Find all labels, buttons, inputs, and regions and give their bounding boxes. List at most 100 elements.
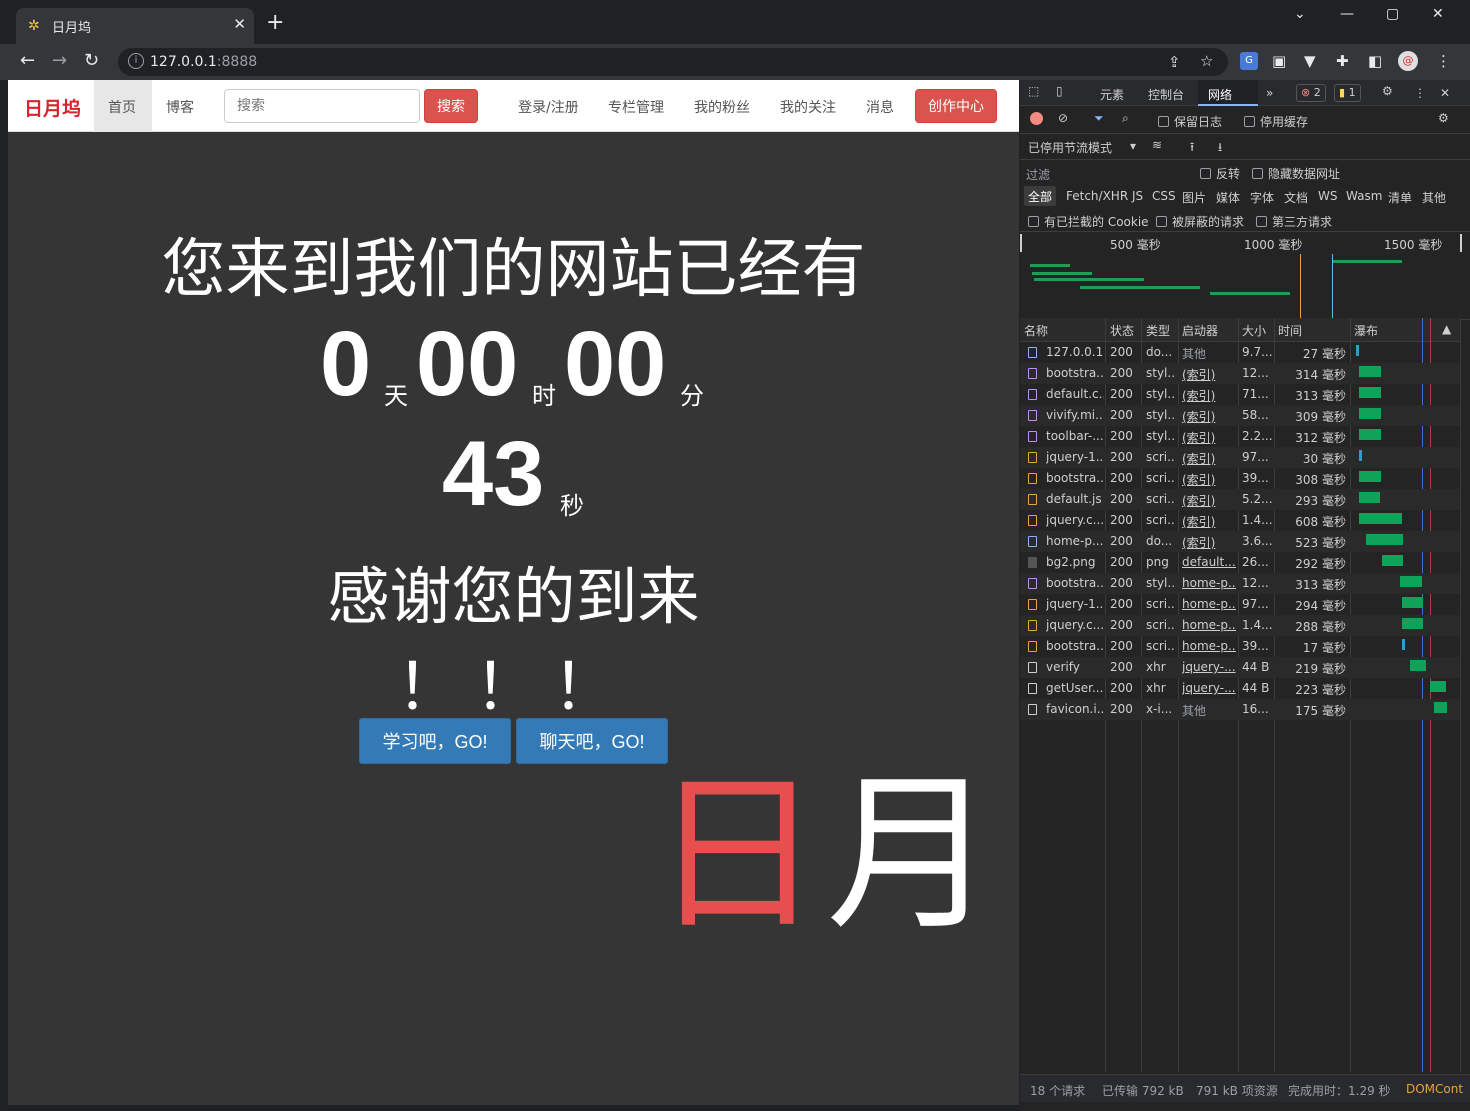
tab-network[interactable]: 网络: [1198, 80, 1258, 106]
request-row[interactable]: bootstra... 200 styl... home-p... 12... 313 毫…: [1020, 573, 1460, 594]
puzzle-icon[interactable]: ✚: [1336, 52, 1349, 70]
col-status[interactable]: 状态: [1110, 322, 1134, 339]
request-row[interactable]: verify 200 xhr jquery-... 44 B 219 毫秒: [1020, 657, 1460, 678]
nav-messages[interactable]: 消息: [866, 97, 894, 117]
overview-grip[interactable]: [1460, 234, 1462, 252]
network-conditions-icon[interactable]: ≋: [1152, 138, 1162, 152]
filter-manifest[interactable]: 清单: [1388, 189, 1412, 206]
request-initiator[interactable]: (索引): [1182, 492, 1236, 509]
request-initiator[interactable]: home-p...: [1182, 618, 1236, 632]
request-row[interactable]: default.c... 200 styl... (索引) 71... 313 毫秒: [1020, 384, 1460, 405]
hide-data-urls-checkbox[interactable]: 隐藏数据网址: [1252, 165, 1340, 182]
request-row[interactable]: vivify.mi... 200 styl... (索引) 58... 309 毫秒: [1020, 405, 1460, 426]
inspect-icon[interactable]: ⬚: [1028, 84, 1039, 98]
invert-checkbox[interactable]: 反转: [1200, 165, 1240, 182]
address-bar[interactable]: i 127.0.0.1:8888 ⇪ ☆: [118, 48, 1228, 76]
filter-icon[interactable]: ⏷: [1094, 111, 1104, 126]
info-icon[interactable]: i: [128, 53, 144, 69]
close-devtools-icon[interactable]: ✕: [1440, 86, 1450, 100]
nav-column-manage[interactable]: 专栏管理: [608, 97, 664, 117]
request-initiator[interactable]: (索引): [1182, 513, 1236, 530]
study-go-button[interactable]: 学习吧，GO!: [359, 718, 511, 764]
reload-icon[interactable]: ↻: [84, 50, 99, 71]
export-har-icon[interactable]: ⭳: [1218, 138, 1222, 159]
close-window-icon[interactable]: ✕: [1432, 6, 1444, 22]
minimize-icon[interactable]: —: [1340, 6, 1354, 22]
nav-login[interactable]: 登录/注册: [518, 97, 579, 117]
request-initiator[interactable]: (索引): [1182, 471, 1236, 488]
filter-css[interactable]: CSS: [1152, 189, 1176, 203]
filter-wasm[interactable]: Wasm: [1346, 189, 1382, 203]
request-initiator[interactable]: (索引): [1182, 534, 1236, 551]
avatar[interactable]: @: [1398, 51, 1418, 71]
col-size[interactable]: 大小: [1242, 322, 1266, 339]
request-row[interactable]: bg2.png 200 png default.... 26... 292 毫秒: [1020, 552, 1460, 573]
more-menu-icon[interactable]: ⋮: [1436, 52, 1451, 70]
devtools-menu-icon[interactable]: ⋮: [1414, 86, 1426, 100]
request-initiator[interactable]: (索引): [1182, 387, 1236, 404]
network-overview[interactable]: 500 毫秒 1000 毫秒 1500 毫秒: [1020, 232, 1470, 320]
filter-font[interactable]: 字体: [1250, 189, 1274, 206]
request-row[interactable]: getUser... 200 xhr jquery-... 44 B 223 毫秒: [1020, 678, 1460, 699]
bookmark-star-icon[interactable]: ☆: [1200, 52, 1213, 70]
filter-input[interactable]: 过滤: [1026, 166, 1186, 183]
translate-icon[interactable]: G: [1240, 52, 1258, 70]
col-type[interactable]: 类型: [1146, 322, 1170, 339]
request-row[interactable]: favicon.i... 200 x-i... 其他 16... 175 毫秒: [1020, 699, 1460, 720]
request-initiator[interactable]: jquery-...: [1182, 660, 1236, 674]
blocked-cookies-checkbox[interactable]: 有已拦截的 Cookie: [1028, 213, 1149, 230]
request-initiator[interactable]: (索引): [1182, 429, 1236, 446]
request-row[interactable]: home-p... 200 do... (索引) 3.6... 523 毫秒: [1020, 531, 1460, 552]
filter-img[interactable]: 图片: [1182, 189, 1206, 206]
clear-icon[interactable]: ⊘: [1058, 111, 1068, 125]
filter-other[interactable]: 其他: [1422, 189, 1446, 206]
import-har-icon[interactable]: ⭱: [1190, 138, 1194, 159]
request-row[interactable]: bootstra... 200 scri... home-p... 39... 17 毫秒: [1020, 636, 1460, 657]
request-row[interactable]: 127.0.0.1 200 do... 其他 9.7... 27 毫秒: [1020, 342, 1460, 363]
nav-home[interactable]: 首页: [94, 80, 152, 132]
search-button[interactable]: 搜索: [424, 89, 478, 123]
maximize-icon[interactable]: ▢: [1386, 6, 1399, 22]
request-row[interactable]: default.js 200 scri... (索引) 5.2... 293 毫秒: [1020, 489, 1460, 510]
col-time[interactable]: 时间: [1278, 322, 1302, 339]
more-tabs-icon[interactable]: »: [1266, 86, 1273, 100]
overview-grip[interactable]: [1020, 234, 1022, 252]
request-row[interactable]: jquery.c... 200 scri... home-p... 1.4... 288 …: [1020, 615, 1460, 636]
request-initiator[interactable]: (索引): [1182, 408, 1236, 425]
request-row[interactable]: toolbar-... 200 styl... (索引) 2.2... 312 毫秒: [1020, 426, 1460, 447]
record-icon[interactable]: [1030, 112, 1043, 125]
nav-blog[interactable]: 博客: [166, 97, 194, 117]
col-name[interactable]: 名称: [1024, 322, 1048, 339]
filter-all[interactable]: 全部: [1024, 186, 1057, 206]
disable-cache-checkbox[interactable]: 停用缓存: [1244, 113, 1308, 130]
share-icon[interactable]: ⇪: [1168, 53, 1181, 71]
tab-elements[interactable]: 元素: [1100, 86, 1124, 103]
request-initiator[interactable]: jquery-...: [1182, 681, 1236, 695]
filter-ws[interactable]: WS: [1318, 189, 1337, 203]
request-initiator[interactable]: (索引): [1182, 450, 1236, 467]
sort-up-icon[interactable]: ▲: [1442, 322, 1451, 336]
new-tab-icon[interactable]: +: [266, 12, 284, 34]
error-badge[interactable]: ⊗ 2: [1296, 84, 1326, 102]
browser-tab[interactable]: ✲ 日月坞 ✕: [16, 8, 254, 44]
sidepanel-icon[interactable]: ◧: [1368, 52, 1382, 70]
site-brand[interactable]: 日月坞: [24, 94, 81, 121]
forward-icon[interactable]: →: [52, 50, 67, 71]
filter-fetch-xhr[interactable]: Fetch/XHR: [1066, 189, 1128, 203]
third-party-checkbox[interactable]: 第三方请求: [1256, 213, 1332, 230]
search-icon[interactable]: ⌕: [1122, 111, 1129, 126]
search-input[interactable]: [224, 89, 420, 123]
tab-console[interactable]: 控制台: [1148, 86, 1184, 103]
vue-devtools-icon[interactable]: ▼: [1304, 52, 1316, 70]
request-row[interactable]: jquery.c... 200 scri... (索引) 1.4... 608 毫秒: [1020, 510, 1460, 531]
tab-search-icon[interactable]: ⌄: [1294, 6, 1306, 22]
warning-badge[interactable]: ▮ 1: [1334, 84, 1361, 102]
chat-go-button[interactable]: 聊天吧，GO!: [516, 718, 668, 764]
request-row[interactable]: bootstra... 200 styl... (索引) 12... 314 毫秒: [1020, 363, 1460, 384]
request-initiator[interactable]: home-p...: [1182, 597, 1236, 611]
chevron-down-icon[interactable]: ▾: [1130, 139, 1136, 153]
nav-fans[interactable]: 我的粉丝: [694, 97, 750, 117]
col-waterfall[interactable]: 瀑布: [1354, 322, 1378, 339]
create-center-button[interactable]: 创作中心: [915, 89, 997, 123]
request-row[interactable]: bootstra... 200 scri... (索引) 39... 308 毫秒: [1020, 468, 1460, 489]
